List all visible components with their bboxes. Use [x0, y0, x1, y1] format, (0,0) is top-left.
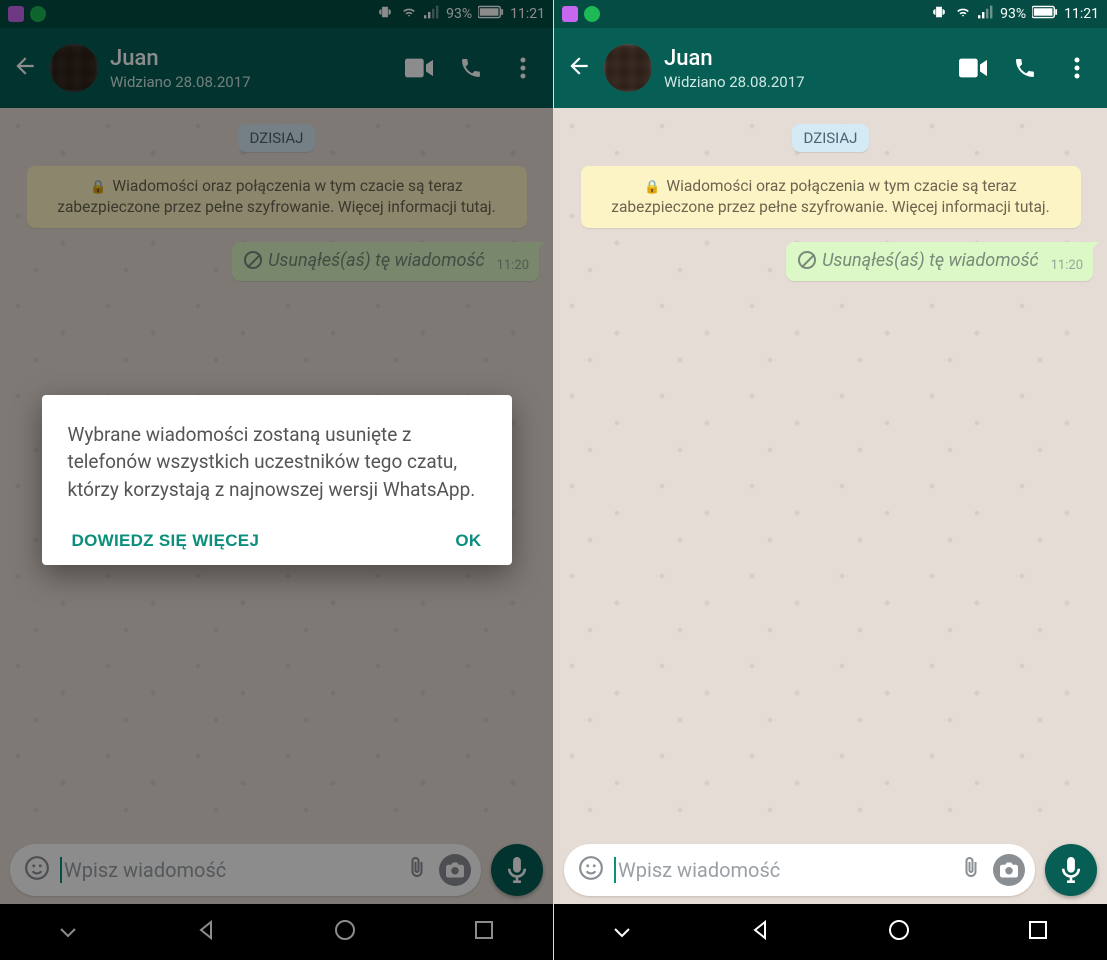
phone-left: 93% 11:21 Juan Widziano 28.08.2017 [0, 0, 553, 960]
battery-icon [1032, 5, 1058, 23]
back-button[interactable] [566, 53, 592, 83]
chat-area: DZISIAJ 🔒 Wiadomości oraz połączenia w t… [554, 108, 1107, 836]
lock-icon: 🔒 [644, 179, 660, 197]
encryption-notice[interactable]: 🔒 Wiadomości oraz połączenia w tym czaci… [581, 166, 1081, 228]
message-placeholder: Wpisz wiadomość [614, 857, 949, 883]
voice-message-button[interactable] [1045, 844, 1097, 896]
nav-dropdown[interactable] [613, 923, 631, 942]
contact-name: Juan [664, 46, 947, 71]
avatar[interactable] [604, 44, 652, 92]
emoji-icon[interactable] [578, 855, 604, 885]
nav-home[interactable] [888, 919, 910, 945]
ok-button[interactable]: OK [455, 531, 481, 551]
voice-call-button[interactable] [1011, 54, 1039, 82]
signal-icon [978, 5, 994, 23]
more-options-button[interactable] [1063, 54, 1091, 82]
chat-header: Juan Widziano 28.08.2017 [554, 28, 1107, 108]
outgoing-message[interactable]: Usunąłeś(aś) tę wiadomość 11:20 [786, 242, 1093, 282]
camera-icon[interactable] [993, 854, 1025, 886]
vibrate-icon [930, 5, 948, 23]
message-time: 11:20 [1051, 258, 1083, 273]
learn-more-button[interactable]: DOWIEDZ SIĘ WIĘCEJ [72, 531, 260, 551]
status-bar: 93% 11:21 [554, 0, 1107, 28]
battery-percent: 93% [1000, 6, 1026, 22]
wifi-icon [954, 5, 972, 23]
deleted-message-text: Usunąłeś(aś) tę wiadomość [798, 250, 1039, 271]
statusbar-app-icon [562, 6, 578, 22]
confirm-dialog: Wybrane wiadomości zostaną usunięte z te… [42, 395, 512, 566]
date-chip: DZISIAJ [792, 124, 870, 152]
dialog-body: Wybrane wiadomości zostaną usunięte z te… [68, 421, 486, 504]
last-seen: Widziano 28.08.2017 [664, 73, 947, 91]
android-navbar [554, 904, 1107, 960]
nav-back[interactable] [749, 919, 771, 945]
video-call-button[interactable] [959, 54, 987, 82]
message-input[interactable]: Wpisz wiadomość [564, 844, 1035, 896]
phone-right: 93% 11:21 Juan Widziano 28.08.2017 [553, 0, 1107, 960]
attach-icon[interactable] [959, 856, 983, 884]
statusbar-app-icon [584, 6, 600, 22]
nav-recent[interactable] [1028, 920, 1048, 944]
contact-info[interactable]: Juan Widziano 28.08.2017 [664, 46, 947, 91]
clock-time: 11:21 [1064, 6, 1099, 22]
input-bar: Wpisz wiadomość [554, 836, 1107, 904]
prohibited-icon [798, 251, 816, 269]
dialog-overlay[interactable]: Wybrane wiadomości zostaną usunięte z te… [0, 0, 553, 960]
encryption-text: Wiadomości oraz połączenia w tym czacie … [611, 177, 1049, 216]
